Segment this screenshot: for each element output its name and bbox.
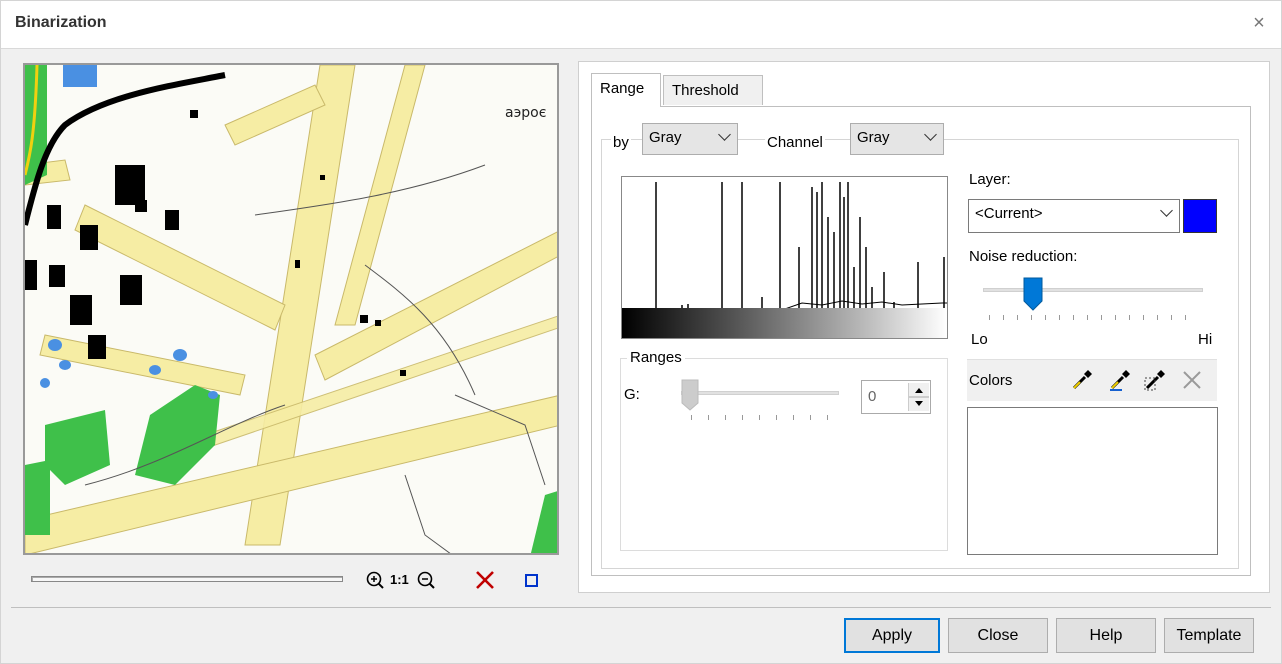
apply-button[interactable]: Apply (844, 618, 940, 653)
colors-list[interactable] (967, 407, 1218, 555)
by-select[interactable]: Gray (642, 123, 738, 155)
zoom-slider[interactable] (31, 576, 343, 582)
g-label: G: (624, 386, 640, 403)
binarization-dialog: Binarization × аэроє 1:1 Range Threshold… (0, 0, 1282, 664)
dialog-title: Binarization (15, 14, 107, 31)
ranges-title: Ranges (627, 349, 685, 366)
channel-select[interactable]: Gray (850, 123, 944, 155)
eyedropper-icon[interactable] (1070, 368, 1094, 392)
chevron-down-icon (718, 128, 731, 141)
noise-slider-ticks (989, 315, 1199, 321)
histogram-bars (655, 182, 947, 311)
tab-range[interactable]: Range (591, 73, 661, 107)
map-image: аэроє (25, 65, 557, 553)
noise-hi-label: Hi (1198, 331, 1213, 348)
title-bar: Binarization × (1, 1, 1281, 49)
delete-x-icon[interactable] (474, 569, 496, 591)
map-preview[interactable]: аэроє (23, 63, 559, 555)
map-label: аэроє (505, 105, 546, 121)
histogram[interactable] (621, 176, 948, 339)
g-slider-ticks (691, 415, 831, 421)
close-button[interactable]: Close (948, 618, 1048, 653)
intensity-gradient (622, 308, 947, 338)
actual-size-button[interactable]: 1:1 (390, 572, 409, 587)
colors-toolbar: Colors (967, 359, 1217, 401)
colors-label: Colors (969, 372, 1013, 389)
g-slider-thumb[interactable] (681, 379, 699, 411)
g-slider-track[interactable] (681, 391, 839, 395)
eyedropper-add-icon[interactable] (1108, 368, 1132, 392)
select-frame-icon[interactable] (524, 573, 540, 589)
noise-lo-label: Lo (971, 331, 988, 348)
zoom-in-icon[interactable] (365, 570, 385, 590)
clear-icon[interactable] (1181, 369, 1203, 391)
tab-threshold[interactable]: Threshold (663, 75, 763, 105)
noise-slider-thumb[interactable] (1023, 277, 1043, 311)
spinner-buttons[interactable] (908, 383, 929, 411)
button-separator (11, 607, 1271, 608)
zoom-out-icon[interactable] (416, 570, 436, 590)
channel-label: Channel (765, 134, 825, 151)
help-button[interactable]: Help (1056, 618, 1156, 653)
g-value-spinner[interactable]: 0 (861, 380, 931, 414)
close-icon[interactable]: × (1247, 11, 1271, 35)
channel-select-value: Gray (857, 129, 890, 146)
layer-select-value: <Current> (975, 205, 1043, 222)
chevron-down-icon (924, 128, 937, 141)
eyedropper-remove-icon[interactable] (1143, 368, 1167, 392)
layer-color-swatch[interactable] (1183, 199, 1217, 233)
noise-reduction-label: Noise reduction: (969, 248, 1078, 265)
g-value: 0 (868, 388, 877, 405)
by-select-value: Gray (649, 129, 682, 146)
layer-select[interactable]: <Current> (968, 199, 1180, 233)
by-label: by (611, 134, 631, 151)
noise-slider-track[interactable] (983, 288, 1203, 292)
chevron-down-icon (1160, 204, 1173, 217)
template-button[interactable]: Template (1164, 618, 1254, 653)
layer-label: Layer: (969, 171, 1011, 188)
